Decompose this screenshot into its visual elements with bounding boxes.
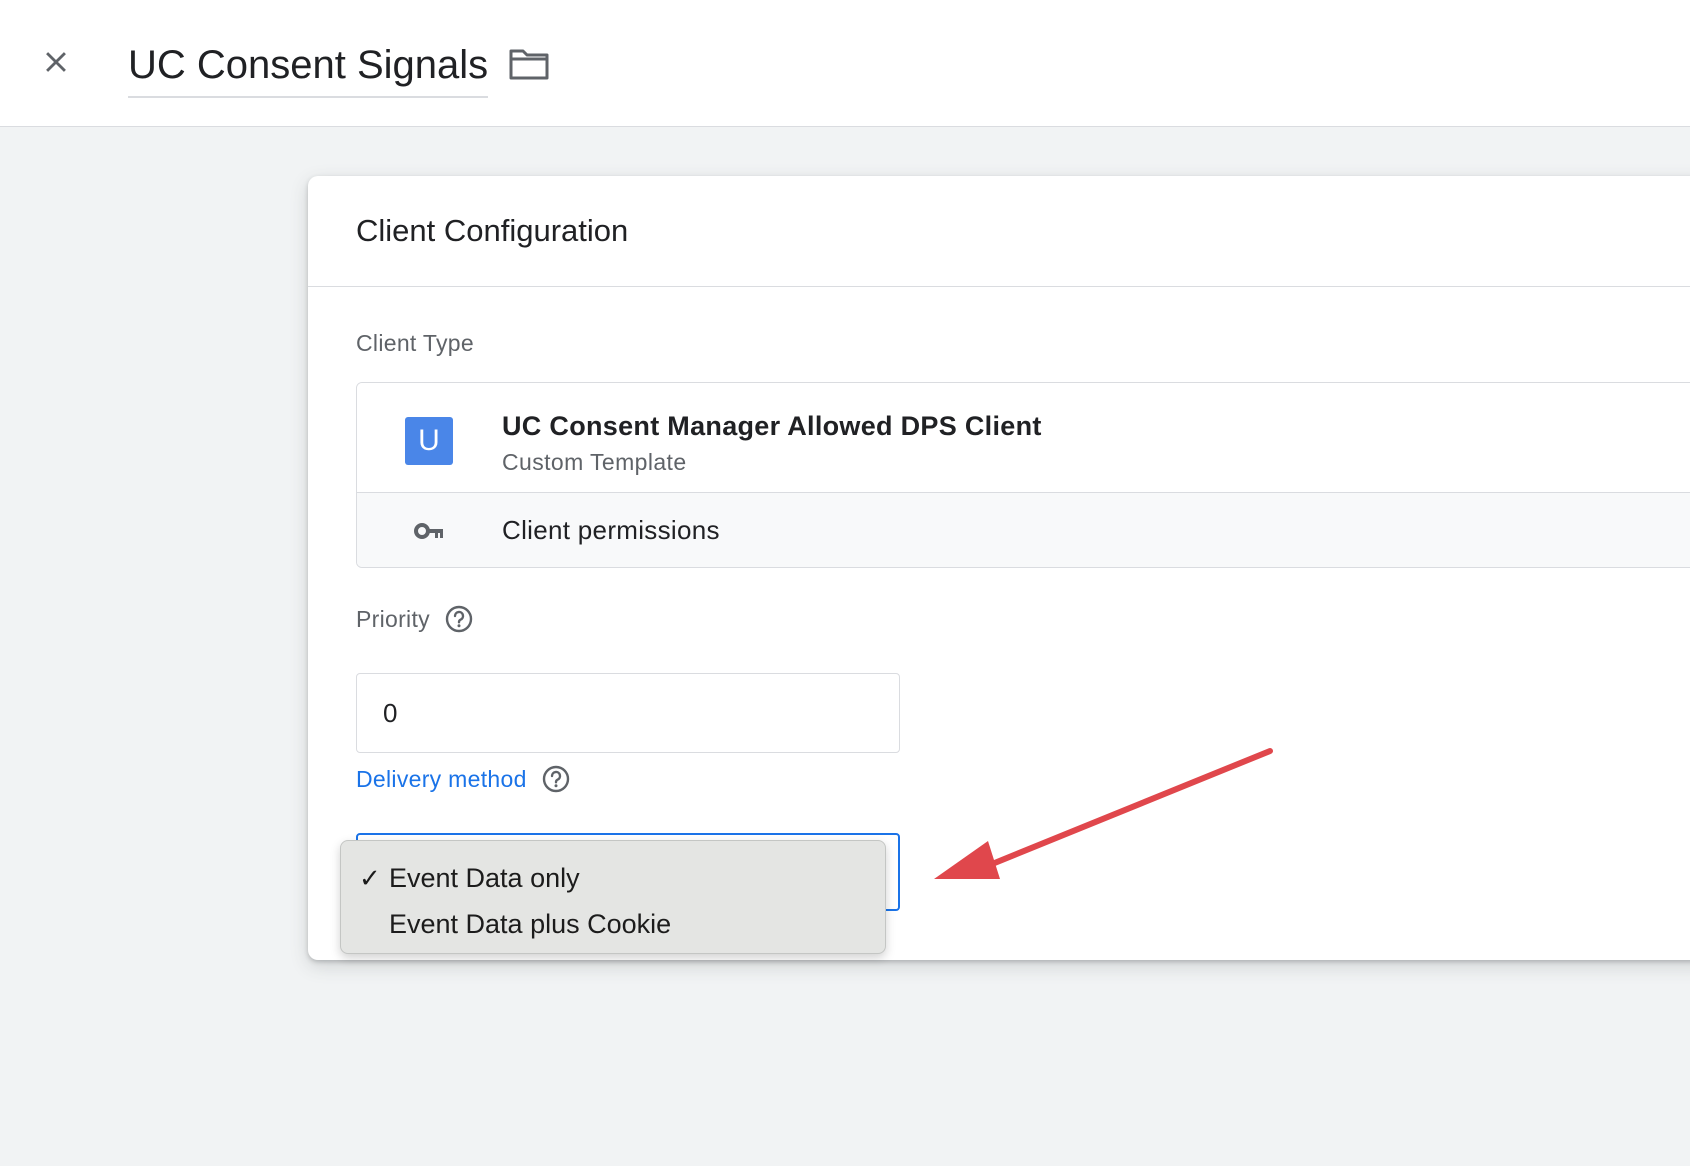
delivery-method-label-row: Delivery method bbox=[356, 764, 571, 794]
close-icon bbox=[46, 52, 66, 72]
client-permissions-row[interactable]: Client permissions bbox=[357, 493, 1690, 567]
page-title[interactable]: UC Consent Signals bbox=[128, 40, 489, 98]
delivery-method-label: Delivery method bbox=[356, 765, 527, 792]
checkmark-icon: ✓ bbox=[359, 862, 381, 893]
client-permissions-label: Client permissions bbox=[502, 515, 720, 545]
option-label: Event Data only bbox=[389, 862, 580, 893]
card-header: Client Configuration bbox=[308, 176, 1690, 287]
client-configuration-card: Client Configuration Client Type U UC Co… bbox=[308, 176, 1690, 960]
folder-button[interactable] bbox=[505, 44, 553, 84]
priority-input[interactable] bbox=[356, 673, 900, 753]
card-title: Client Configuration bbox=[356, 213, 629, 248]
client-template-row[interactable]: U UC Consent Manager Allowed DPS Client … bbox=[357, 383, 1690, 493]
dropdown-option-event-data-plus-cookie[interactable]: Event Data plus Cookie bbox=[341, 901, 885, 947]
delivery-method-dropdown: ✓ Event Data only Event Data plus Cookie bbox=[340, 840, 886, 954]
option-label: Event Data plus Cookie bbox=[389, 908, 672, 939]
client-template-name: UC Consent Manager Allowed DPS Client bbox=[502, 411, 1042, 441]
client-type-label: Client Type bbox=[356, 330, 474, 356]
priority-label: Priority bbox=[356, 605, 430, 632]
template-badge: U bbox=[405, 417, 453, 465]
key-icon bbox=[414, 523, 443, 539]
help-icon[interactable] bbox=[444, 604, 474, 634]
priority-label-row: Priority bbox=[356, 604, 474, 634]
folder-icon bbox=[509, 49, 549, 80]
close-button[interactable] bbox=[34, 40, 78, 84]
client-type-box: U UC Consent Manager Allowed DPS Client … bbox=[356, 382, 1690, 568]
top-bar: UC Consent Signals bbox=[0, 0, 1690, 127]
dropdown-option-event-data-only[interactable]: ✓ Event Data only bbox=[341, 855, 885, 901]
client-template-subtitle: Custom Template bbox=[502, 449, 687, 475]
help-icon[interactable] bbox=[541, 764, 571, 794]
